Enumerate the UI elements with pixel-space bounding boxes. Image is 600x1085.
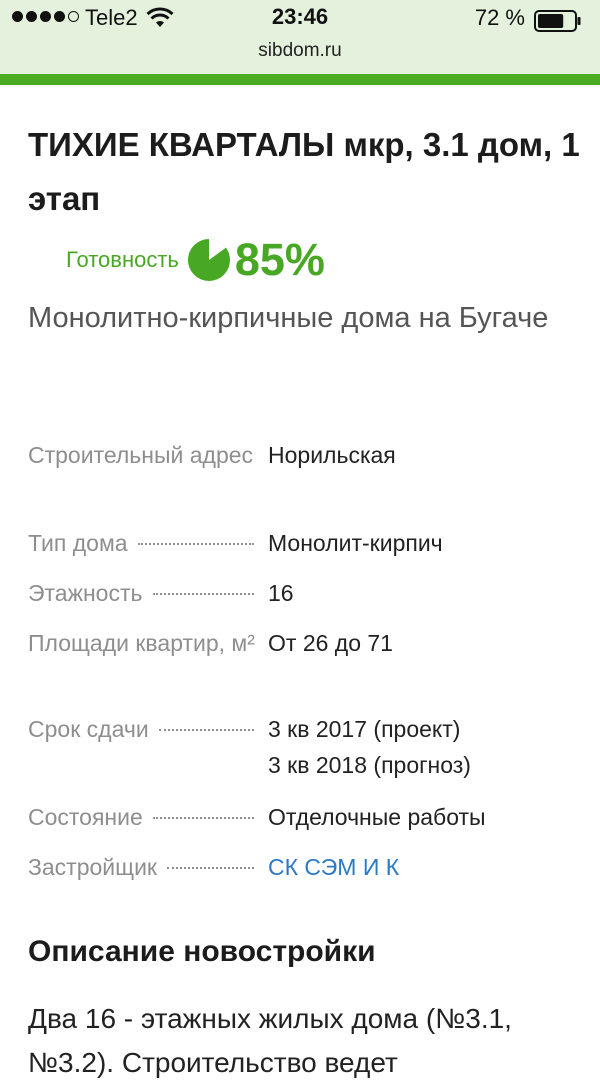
status-bar: Tele2 23:46 72 % xyxy=(0,0,600,36)
header-divider xyxy=(0,74,600,85)
property-label: Срок сдачи xyxy=(28,716,149,742)
description-text: Два 16 - этажных жилых дома (№3.1, №3.2)… xyxy=(28,1003,512,1078)
property-value: От 26 до 71 xyxy=(268,630,393,656)
dotted-leader xyxy=(152,593,254,595)
property-label: Строительный адрес xyxy=(28,442,254,468)
page-title: ТИХИЕ КВАРТАЛЫ мкр, 3.1 дом, 1 этап xyxy=(28,126,580,217)
battery-icon xyxy=(534,10,581,32)
property-value: Норильская xyxy=(268,442,396,468)
property-label: Состояние xyxy=(28,804,143,830)
project-subtitle: Монолитно-кирпичные дома на Бугаче xyxy=(28,302,549,334)
description-heading: Описание новостройки xyxy=(28,935,376,968)
property-label: Этажность xyxy=(28,580,143,606)
battery-percent: 72 % xyxy=(474,5,525,30)
dotted-leader xyxy=(137,543,254,545)
dotted-leader xyxy=(166,867,254,869)
readiness-label: Готовность xyxy=(66,247,179,272)
property-value: Отделочные работы xyxy=(268,804,486,830)
developer-link[interactable]: СК СЭМ И К xyxy=(268,849,588,885)
browser-header: Tele2 23:46 72 % sibdom.ru xyxy=(0,0,600,74)
property-value: Монолит-кирпич xyxy=(268,530,443,556)
property-label: Тип дома xyxy=(28,530,128,556)
readiness-indicator: Готовность 85% xyxy=(66,233,325,287)
readiness-value: 85% xyxy=(234,234,325,285)
address-bar-url[interactable]: sibdom.ru xyxy=(0,40,600,62)
property-value-line: 3 кв 2018 (прогноз) xyxy=(268,752,471,778)
property-label: Застройщик xyxy=(28,854,157,880)
readiness-pie-icon xyxy=(187,239,230,281)
property-value-line: 3 кв 2017 (проект) xyxy=(268,716,461,742)
property-value: 16 xyxy=(268,580,294,606)
property-label: Площади квартир, м² xyxy=(28,630,255,656)
dotted-leader xyxy=(158,729,254,731)
dotted-leader xyxy=(152,817,254,819)
